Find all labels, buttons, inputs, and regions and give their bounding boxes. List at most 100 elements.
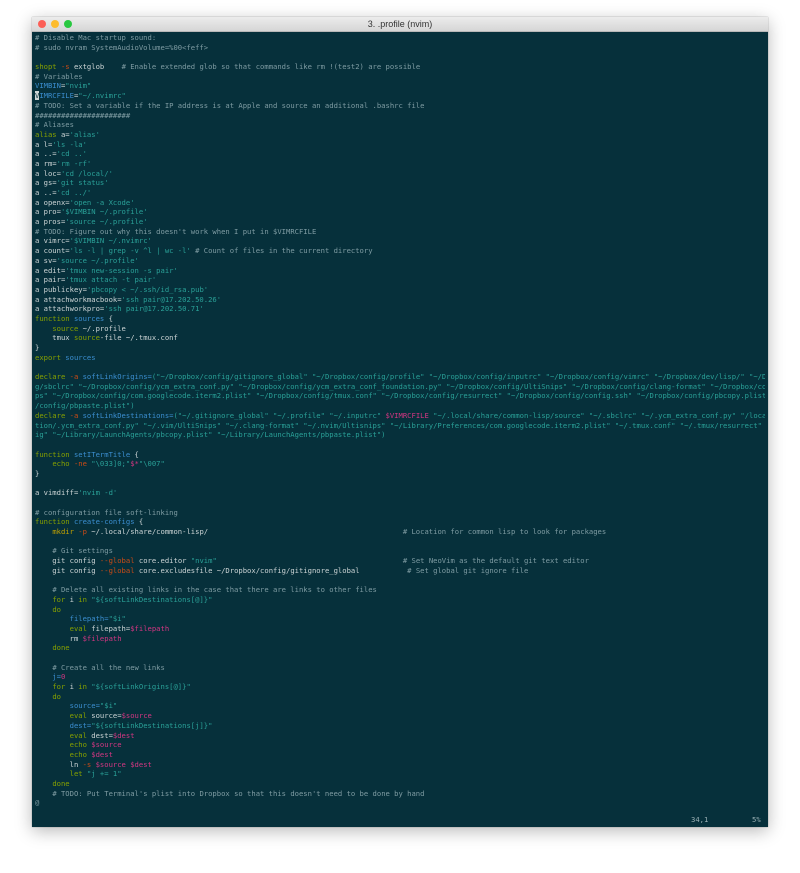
code-line: rm $filepath (35, 634, 765, 644)
code-token: 0 (60, 672, 66, 682)
code-token: # Git settings (52, 546, 113, 556)
code-line: a attachworkpro='ssh pair@17.202.50.71' (35, 304, 765, 314)
code-token: for (52, 682, 66, 692)
code-token: ..= (39, 149, 57, 159)
code-token: i (65, 594, 79, 604)
code-token: 'ssh pair@17.202.50.26' (121, 294, 222, 304)
code-line: eval filepath=$filepath (35, 624, 765, 634)
window-title: 3. .profile (nvim) (367, 19, 433, 29)
cursor-position: 34,1 (691, 815, 709, 824)
code-token: $filepath (130, 623, 170, 633)
code-line: dest="${softLinkDestinations[j]}" (35, 721, 765, 731)
code-token: l= (39, 139, 53, 149)
code-token: rm= (39, 158, 57, 168)
code-token: -s (60, 62, 70, 72)
code-token: IMRCFILE (39, 91, 74, 101)
code-token: "${softLinkOrigins[@]}" (91, 682, 191, 692)
code-line: eval source=$source (35, 711, 765, 721)
code-line: a count='ls -l | grep -v ^l | wc -l' # C… (35, 246, 765, 256)
terminal-window: 3. .profile (nvim) # Disable Mac startup… (32, 17, 768, 827)
code-token: 'git status' (56, 178, 109, 188)
code-token: '$VIMBIN ~/.nvimrc' (69, 236, 152, 246)
code-token: # Set NeoVim as the default git text edi… (402, 556, 589, 566)
code-line: a pros='source ~/.profile' (35, 217, 765, 227)
code-token: pair= (39, 275, 66, 285)
code-line: VIMBIN="nvim" (35, 81, 765, 91)
code-token: "nvim" (65, 81, 92, 91)
code-token: gs= (39, 178, 57, 188)
code-token: @ (35, 798, 40, 808)
code-token: 'nvim -d' (78, 488, 118, 498)
code-token: declare (35, 372, 66, 382)
code-token: vimdiff= (39, 488, 79, 498)
code-line: tion/.ycm_extra_conf.py" "~/.vim/UltiSni… (35, 421, 765, 431)
code-token: 'tmux attach -t pair' (65, 275, 157, 285)
code-token: # Delete all existing links in the case … (52, 585, 377, 595)
code-line: a gs='git status' (35, 178, 765, 188)
code-token: source (52, 323, 79, 333)
code-line: alias a='alias' (35, 130, 765, 140)
code-token: $dest (112, 730, 135, 740)
code-token: TODO: (43, 226, 66, 236)
code-token: ~/.profile (78, 323, 126, 333)
code-token: { (130, 449, 139, 459)
code-token: $filepath (82, 633, 122, 643)
code-token: 'ls -l | grep -v ^l | wc -l' (69, 246, 191, 256)
code-token: 'open -a Xcode' (69, 197, 135, 207)
code-line: a ..='cd ..' (35, 149, 765, 159)
code-token: echo (69, 749, 87, 759)
code-line: eval dest=$dest (35, 731, 765, 741)
code-line: /config/pbpaste.plist") (35, 401, 765, 411)
code-token: in (78, 682, 87, 692)
code-token: eval (69, 730, 87, 740)
code-line: echo $dest (35, 750, 765, 760)
code-token: export (35, 352, 61, 362)
code-line: done (35, 779, 765, 789)
code-token: attachworkpro= (39, 304, 105, 314)
code-token: "\007" (138, 459, 165, 469)
code-token: # Aliases (35, 120, 74, 130)
code-token: # Variables (35, 71, 83, 81)
code-line: a edit='tmux new-session -s pair' (35, 266, 765, 276)
code-token: done (52, 778, 70, 788)
code-token: # Disable Mac startup sound: (35, 33, 157, 42)
code-line: echo $source (35, 740, 765, 750)
code-token: source= (86, 711, 122, 721)
code-token: # (35, 100, 44, 110)
code-token: 'alias' (69, 129, 100, 139)
code-line: a openx='open -a Xcode' (35, 198, 765, 208)
code-line: # Create all the new links (35, 663, 765, 673)
code-line: a pro='$VIMBIN ~/.profile' (35, 207, 765, 217)
code-token: } (35, 343, 40, 352)
code-token: 'pbcopy < ~/.ssh/id_rsa.pub' (86, 284, 209, 294)
code-token: pros= (39, 217, 66, 227)
code-line: ln -s $source $dest (35, 760, 765, 770)
code-token: Set a variable if the IP address is at A… (65, 100, 425, 110)
code-line: } (35, 343, 765, 353)
code-line: export sources (35, 353, 765, 363)
code-token: $VIMRCFILE (385, 410, 429, 420)
code-token: softLinkOrigins= (78, 372, 152, 382)
code-token: filepath= (35, 614, 109, 624)
code-token: echo (69, 740, 87, 750)
code-token: source= (35, 701, 100, 711)
editor-buffer[interactable]: # Disable Mac startup sound: # sudo nvram… (35, 33, 765, 813)
code-line: declare -a softLinkOrigins=("~/Dropbox/c… (35, 372, 765, 382)
code-token: function (35, 313, 70, 323)
code-line: a vimrc='$VIMBIN ~/.nvimrc' (35, 236, 765, 246)
code-token: function (35, 449, 70, 459)
code-token: $source (95, 759, 126, 769)
code-token: "$i" (108, 614, 126, 624)
code-line: declare -a softLinkDestinations=("~/.git… (35, 411, 765, 421)
